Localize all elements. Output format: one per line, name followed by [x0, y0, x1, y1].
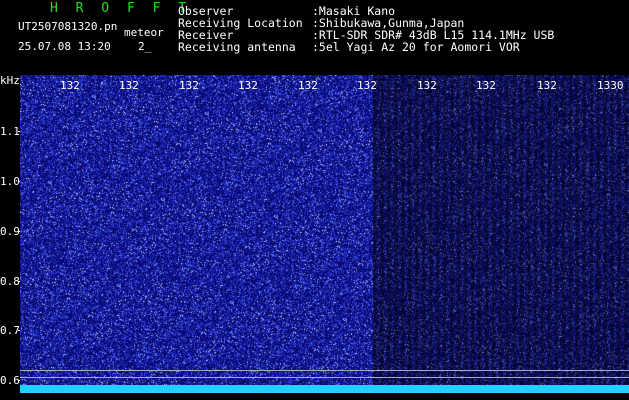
- x-tick-label: 132: [298, 79, 318, 92]
- file-name: UT2507081320.pn: [18, 20, 118, 33]
- x-tick-label: 132: [417, 79, 437, 92]
- y-tick-label: 0.9: [0, 225, 20, 238]
- x-tick-label: 132: [179, 79, 199, 92]
- reference-line: [20, 370, 629, 371]
- x-tick-label: 132: [238, 79, 258, 92]
- x-tick-label: 132: [537, 79, 557, 92]
- x-tick-label: 132: [60, 79, 80, 92]
- y-tick-label: 1.0: [0, 175, 20, 188]
- y-tick-label: 1.1: [0, 125, 20, 138]
- header-panel: H R O F F T UT2507081320.pn meteor 25.07…: [0, 0, 629, 74]
- y-axis-unit: kHz: [0, 74, 20, 87]
- reference-line: [20, 377, 629, 378]
- info-value: :5el Yagi Az 20 for Aomori VOR: [312, 40, 520, 54]
- info-row-antenna: Receiving antenna :5el Yagi Az 20 for Ao…: [178, 41, 554, 53]
- x-tick-label: 1330: [597, 79, 624, 92]
- spectrogram-plot[interactable]: [20, 75, 629, 393]
- x-tick-label: 132: [119, 79, 139, 92]
- info-key: Receiving antenna: [178, 40, 296, 54]
- detection-count: 2_: [138, 40, 152, 53]
- x-tick-label: 132: [476, 79, 496, 92]
- station-info: Observer :Masaki Kano Receiving Location…: [178, 5, 554, 53]
- y-tick-label: 0.7: [0, 324, 20, 337]
- y-tick-label: 0.8: [0, 275, 20, 288]
- program-title: H R O F F T: [50, 1, 192, 16]
- mode-label: meteor: [124, 26, 164, 39]
- spectrogram-canvas: [20, 75, 629, 393]
- datetime-label: 25.07.08 13:20: [18, 40, 111, 53]
- signal-baseline: [20, 385, 629, 393]
- y-tick-label: 0.6: [0, 374, 20, 387]
- x-tick-label: 132: [357, 79, 377, 92]
